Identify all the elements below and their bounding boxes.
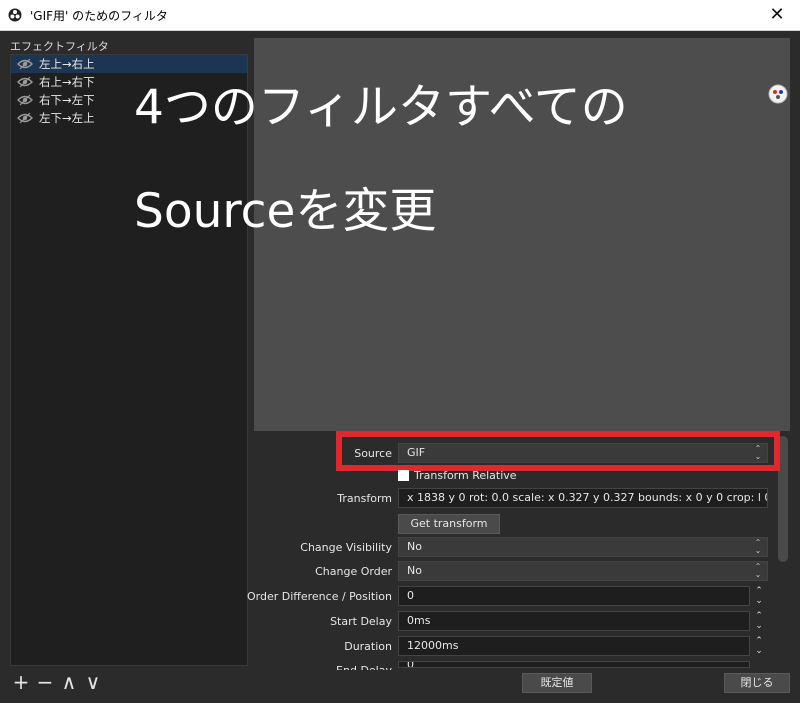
order-difference-spinner-icon[interactable]: ⌃ ⌄ xyxy=(751,586,767,606)
change-order-label: Change Order xyxy=(315,565,392,578)
filter-toolbar: + − ∧ ∨ xyxy=(12,672,102,693)
filter-label: 右下→左下 xyxy=(39,93,95,107)
annotation-line-2: Sourceを変更 xyxy=(134,184,437,239)
transform-field[interactable]: x 1838 y 0 rot: 0.0 scale: x 0.327 y 0.3… xyxy=(398,488,768,508)
obs-logo-icon xyxy=(8,8,22,22)
duration-label: Duration xyxy=(344,640,392,653)
order-difference-input[interactable]: 0 xyxy=(398,586,750,606)
end-delay-label: End Delay xyxy=(336,664,392,670)
filter-label: 右上→右下 xyxy=(39,75,95,89)
get-transform-button[interactable]: Get transform xyxy=(398,514,500,534)
defaults-button[interactable]: 既定値 xyxy=(522,673,592,693)
source-thumbnail-icon xyxy=(768,84,788,104)
order-difference-label: Order Difference / Position xyxy=(247,590,392,603)
filter-label: 左下→左上 xyxy=(39,111,95,125)
select-arrows-icon: ⌃ ⌄ xyxy=(754,562,762,579)
start-delay-spinner-icon[interactable]: ⌃ ⌄ xyxy=(751,611,767,631)
source-highlight-box xyxy=(336,431,780,471)
filter-list[interactable]: 左上→右上 右上→右下 右下→左下 左下→左上 xyxy=(10,54,248,666)
duration-input[interactable]: 12000ms xyxy=(398,636,750,656)
visibility-eye-icon[interactable] xyxy=(17,94,33,106)
visibility-eye-icon[interactable] xyxy=(17,112,33,124)
change-visibility-label: Change Visibility xyxy=(300,541,392,554)
end-delay-input[interactable]: 0 xyxy=(398,661,750,668)
effect-filters-label: エフェクトフィルタ xyxy=(10,40,109,53)
visibility-eye-icon[interactable] xyxy=(17,58,33,70)
window-title: 'GIF用' のためのフィルタ xyxy=(30,9,168,23)
visibility-eye-icon[interactable] xyxy=(17,76,33,88)
close-button[interactable]: 閉じる xyxy=(724,673,790,693)
duration-spinner-icon[interactable]: ⌃ ⌄ xyxy=(751,636,767,656)
close-window-icon[interactable]: ✕ xyxy=(754,0,800,30)
start-delay-label: Start Delay xyxy=(330,615,392,628)
remove-filter-icon[interactable]: − xyxy=(36,672,54,693)
move-up-icon[interactable]: ∧ xyxy=(60,672,78,693)
transform-label: Transform xyxy=(337,492,392,505)
change-visibility-select[interactable]: No ⌃ ⌄ xyxy=(398,537,768,557)
transform-relative-label: Transform Relative xyxy=(414,469,517,482)
select-arrows-icon: ⌃ ⌄ xyxy=(754,538,762,555)
transform-relative-checkbox[interactable] xyxy=(398,470,409,481)
add-filter-icon[interactable]: + xyxy=(12,672,30,693)
title-bar: 'GIF用' のためのフィルタ ✕ xyxy=(0,0,800,31)
filter-label: 左上→右上 xyxy=(39,57,95,71)
change-order-select[interactable]: No ⌃ ⌄ xyxy=(398,561,768,581)
annotation-line-1: 4つのフィルタすべての xyxy=(134,80,628,135)
move-down-icon[interactable]: ∨ xyxy=(84,672,102,693)
start-delay-input[interactable]: 0ms xyxy=(398,611,750,631)
